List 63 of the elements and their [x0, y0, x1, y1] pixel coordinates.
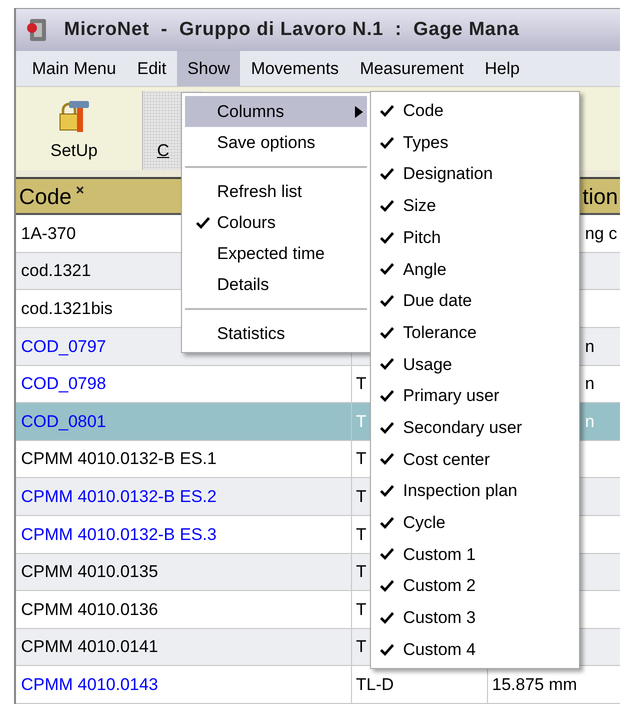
table-cell-text: T	[356, 561, 366, 584]
menu-item[interactable]: Expected time	[185, 238, 367, 269]
table-cell-text: T	[356, 448, 366, 470]
menu-item[interactable]: Custom 1	[371, 538, 579, 570]
table-cell-text: ng c	[585, 222, 618, 245]
table-cell-text: CPMM 4010.0143	[21, 674, 158, 696]
table-cell-text: COD_0797	[21, 336, 106, 358]
menu-item[interactable]: Statistics	[185, 318, 367, 349]
table-cell-text: CPMM 4010.0135	[21, 561, 158, 584]
menu-item[interactable]: Types	[371, 126, 579, 158]
close-icon	[76, 186, 84, 194]
table-cell-text: T	[356, 486, 366, 508]
menu-item[interactable]: Usage	[371, 348, 579, 380]
table-cell-text: CPMM 4010.0132-B ES.1	[21, 448, 217, 470]
table-cell-text: T	[356, 598, 366, 621]
window-title: MicroNet - Gruppo di Lavoro N.1 : Gage Mana	[64, 18, 520, 42]
menu-item[interactable]: Code	[371, 95, 579, 127]
table-cell-text: n	[585, 373, 594, 396]
setup-button[interactable]: SetUp	[16, 91, 132, 170]
menu-item[interactable]: Pitch	[371, 222, 579, 254]
menu-item[interactable]: Refresh list	[185, 176, 367, 207]
table-cell-text: T	[356, 524, 366, 546]
table-cell-text: TL-D	[356, 674, 394, 696]
table-cell-text: 1A-370	[21, 222, 76, 245]
menu-item[interactable]: Help	[474, 51, 530, 86]
menu-item[interactable]: Movements	[240, 51, 349, 86]
table-cell-text: T	[356, 636, 366, 658]
menu-item[interactable]: Designation	[371, 158, 579, 190]
menu-item[interactable]: Primary user	[371, 380, 579, 412]
table-cell-text: CPMM 4010.0136	[21, 598, 158, 621]
menu-item[interactable]: Tolerance	[371, 316, 579, 348]
table-cell-text: COD_0801	[21, 410, 106, 433]
menu-item[interactable]: Custom 2	[371, 570, 579, 602]
table-cell-text: CPMM 4010.0132-B ES.2	[21, 486, 217, 508]
menu-item[interactable]: Edit	[127, 51, 176, 86]
table-cell-text: CPMM 4010.0132-B ES.3	[21, 524, 217, 546]
menu-item[interactable]: Custom 4	[371, 634, 579, 666]
table-cell-text: COD_0798	[21, 373, 106, 396]
table-cell-text: n	[585, 410, 594, 433]
menu-item[interactable]: Cycle	[371, 506, 579, 539]
menu-item[interactable]: Measurement	[350, 51, 474, 86]
column-header[interactable]: tion	[582, 180, 618, 213]
menu-item[interactable]: Cost center	[371, 444, 579, 476]
menu-item[interactable]: Secondary user	[371, 412, 579, 444]
table-cell-text: T	[356, 410, 366, 433]
table-cell-text: cod.1321	[21, 260, 91, 282]
menu-item[interactable]: Inspection plan	[371, 475, 579, 507]
submenu-arrow-icon	[355, 106, 363, 118]
table-cell-text: 15.875 mm	[492, 674, 578, 696]
column-header[interactable]: Code	[19, 180, 72, 214]
menu-item[interactable]: Size	[371, 190, 579, 222]
table-cell-text: cod.1321bis	[21, 298, 113, 320]
menu-item[interactable]: Main Menu	[22, 51, 126, 86]
menu-item[interactable]: Due date	[371, 285, 579, 317]
menu-item[interactable]: Details	[185, 269, 367, 300]
menu-item[interactable]: Colours	[185, 207, 367, 238]
menu-item[interactable]: Show	[177, 51, 240, 86]
menu-item[interactable]: Columns	[185, 96, 367, 127]
table-cell-text: CPMM 4010.0141	[21, 636, 158, 658]
table-cell-text: T	[356, 373, 366, 396]
table-cell-text: n	[585, 336, 594, 358]
menu-item[interactable]: Angle	[371, 253, 579, 286]
menu-item[interactable]: Custom 3	[371, 602, 579, 634]
